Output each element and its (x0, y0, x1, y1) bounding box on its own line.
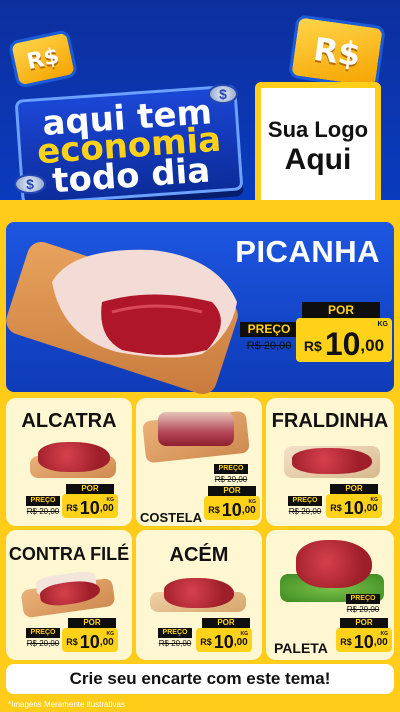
preco-label: PREÇO (158, 628, 192, 638)
product-name: FRALDINHA (271, 410, 389, 432)
unit-label: KG (240, 631, 249, 637)
preco-label: PREÇO (26, 628, 60, 638)
old-price: R$ 20,00 (26, 639, 60, 648)
currency: R$ (66, 637, 78, 647)
product-name: CONTRA FILÉ (8, 544, 130, 564)
price-dec: ,00 (241, 505, 256, 516)
price-int: 10 (221, 500, 242, 520)
product-name: PALETA (274, 640, 328, 656)
preco-label: PREÇO (288, 496, 322, 506)
price-int: 10 (213, 632, 234, 652)
unit-label: KG (370, 497, 379, 503)
slogan-banner: aqui tem economia todo dia (14, 84, 244, 206)
coin-symbol: R$ (311, 29, 363, 75)
por-label: POR (66, 484, 114, 494)
old-price: R$ 20,00 (246, 340, 292, 352)
preco-label: PREÇO (26, 496, 60, 506)
por-label: POR (330, 484, 378, 494)
currency: R$ (66, 503, 78, 513)
coin-symbol: R$ (24, 43, 62, 75)
fraldinha-image (292, 448, 372, 474)
product-card-fraldinha[interactable]: FRALDINHA POR PREÇO R$ 20,00 R$ 10 ,00 K… (266, 398, 394, 526)
coin-stack-icon: $ (14, 174, 46, 194)
logo-line-1: Sua Logo (267, 117, 369, 142)
price-int: 10 (79, 632, 100, 652)
new-price: R$ 10 ,00 KG (62, 628, 118, 652)
unit-label: KG (106, 631, 115, 637)
coin-icon: R$ (287, 14, 387, 90)
currency: R$ (330, 503, 342, 513)
new-price: R$ 10 ,00 KG (326, 494, 382, 518)
preco-label: PREÇO (240, 322, 298, 337)
logo-placeholder[interactable]: Sua Logo Aqui (255, 82, 381, 212)
product-name: COSTELA (140, 510, 203, 525)
product-name: PICANHA (235, 234, 380, 269)
old-price: R$ 20,00 (158, 639, 192, 648)
new-price: R$ 10 ,00 KG (296, 318, 392, 362)
picanha-image (52, 249, 237, 358)
price-dec: ,00 (99, 637, 114, 648)
price-dec: ,00 (363, 503, 378, 514)
currency: R$ (303, 338, 322, 354)
new-price: R$ 10 ,00 KG (196, 628, 252, 652)
por-label: POR (68, 618, 116, 628)
header: R$ R$ aqui tem economia todo dia $ $ Sua… (0, 0, 400, 225)
product-card-alcatra[interactable]: ALCATRA POR PREÇO R$ 20,00 R$ 10 ,00 KG (6, 398, 132, 526)
por-label: POR (340, 618, 388, 628)
hero-product-card[interactable]: PICANHA POR PREÇO R$ 20,00 R$ 10 ,00 KG (2, 222, 394, 398)
coin-icon: R$ (7, 29, 79, 89)
new-price: R$ 10 ,00 KG (336, 628, 392, 652)
price-int: 10 (324, 326, 361, 362)
new-price: R$ 10 ,00 KG (204, 496, 260, 520)
price-dec: ,00 (373, 637, 388, 648)
price-dec: ,00 (99, 503, 114, 514)
paleta-image (296, 540, 372, 588)
preco-label: PREÇO (214, 464, 248, 474)
old-price: R$ 20,00 (346, 605, 380, 614)
por-label: POR (302, 302, 380, 318)
price-int: 10 (79, 498, 100, 518)
alcatra-image (38, 442, 110, 472)
unit-label: KG (106, 497, 115, 503)
product-card-costela[interactable]: PREÇO R$ 20,00 POR R$ 10 ,00 KG COSTELA (136, 398, 262, 526)
old-price: R$ 20,00 (214, 475, 248, 484)
price-int: 10 (353, 632, 374, 652)
footnote: *Imagens Meramente Ilustrativas (8, 700, 125, 709)
currency: R$ (340, 637, 352, 647)
acem-image (164, 578, 234, 608)
price-dec: ,00 (360, 336, 385, 355)
product-name: ACÉM (169, 544, 229, 566)
price-int: 10 (343, 498, 364, 518)
costela-image (158, 412, 234, 446)
new-price: R$ 10 ,00 KG (62, 494, 118, 518)
price-dec: ,00 (233, 637, 248, 648)
old-price: R$ 20,00 (26, 507, 60, 516)
currency: R$ (200, 637, 212, 647)
cta-button[interactable]: Crie seu encarte com este tema! (6, 664, 394, 694)
por-label: POR (202, 618, 250, 628)
old-price: R$ 20,00 (288, 507, 322, 516)
logo-line-2: Aqui (284, 143, 352, 176)
currency: R$ (208, 505, 220, 515)
product-name: ALCATRA (21, 410, 117, 432)
coin-stack-icon: $ (208, 84, 238, 104)
product-card-acem[interactable]: ACÉM POR PREÇO R$ 20,00 R$ 10 ,00 KG (136, 530, 262, 660)
unit-label: KG (380, 631, 389, 637)
por-label: POR (208, 486, 256, 496)
preco-label: PREÇO (346, 594, 380, 604)
product-card-contra-file[interactable]: CONTRA FILÉ POR PREÇO R$ 20,00 R$ 10 ,00… (6, 530, 132, 660)
unit-label: KG (377, 321, 389, 328)
product-card-paleta[interactable]: PREÇO R$ 20,00 POR R$ 10 ,00 KG PALETA (266, 530, 394, 660)
unit-label: KG (248, 499, 257, 505)
